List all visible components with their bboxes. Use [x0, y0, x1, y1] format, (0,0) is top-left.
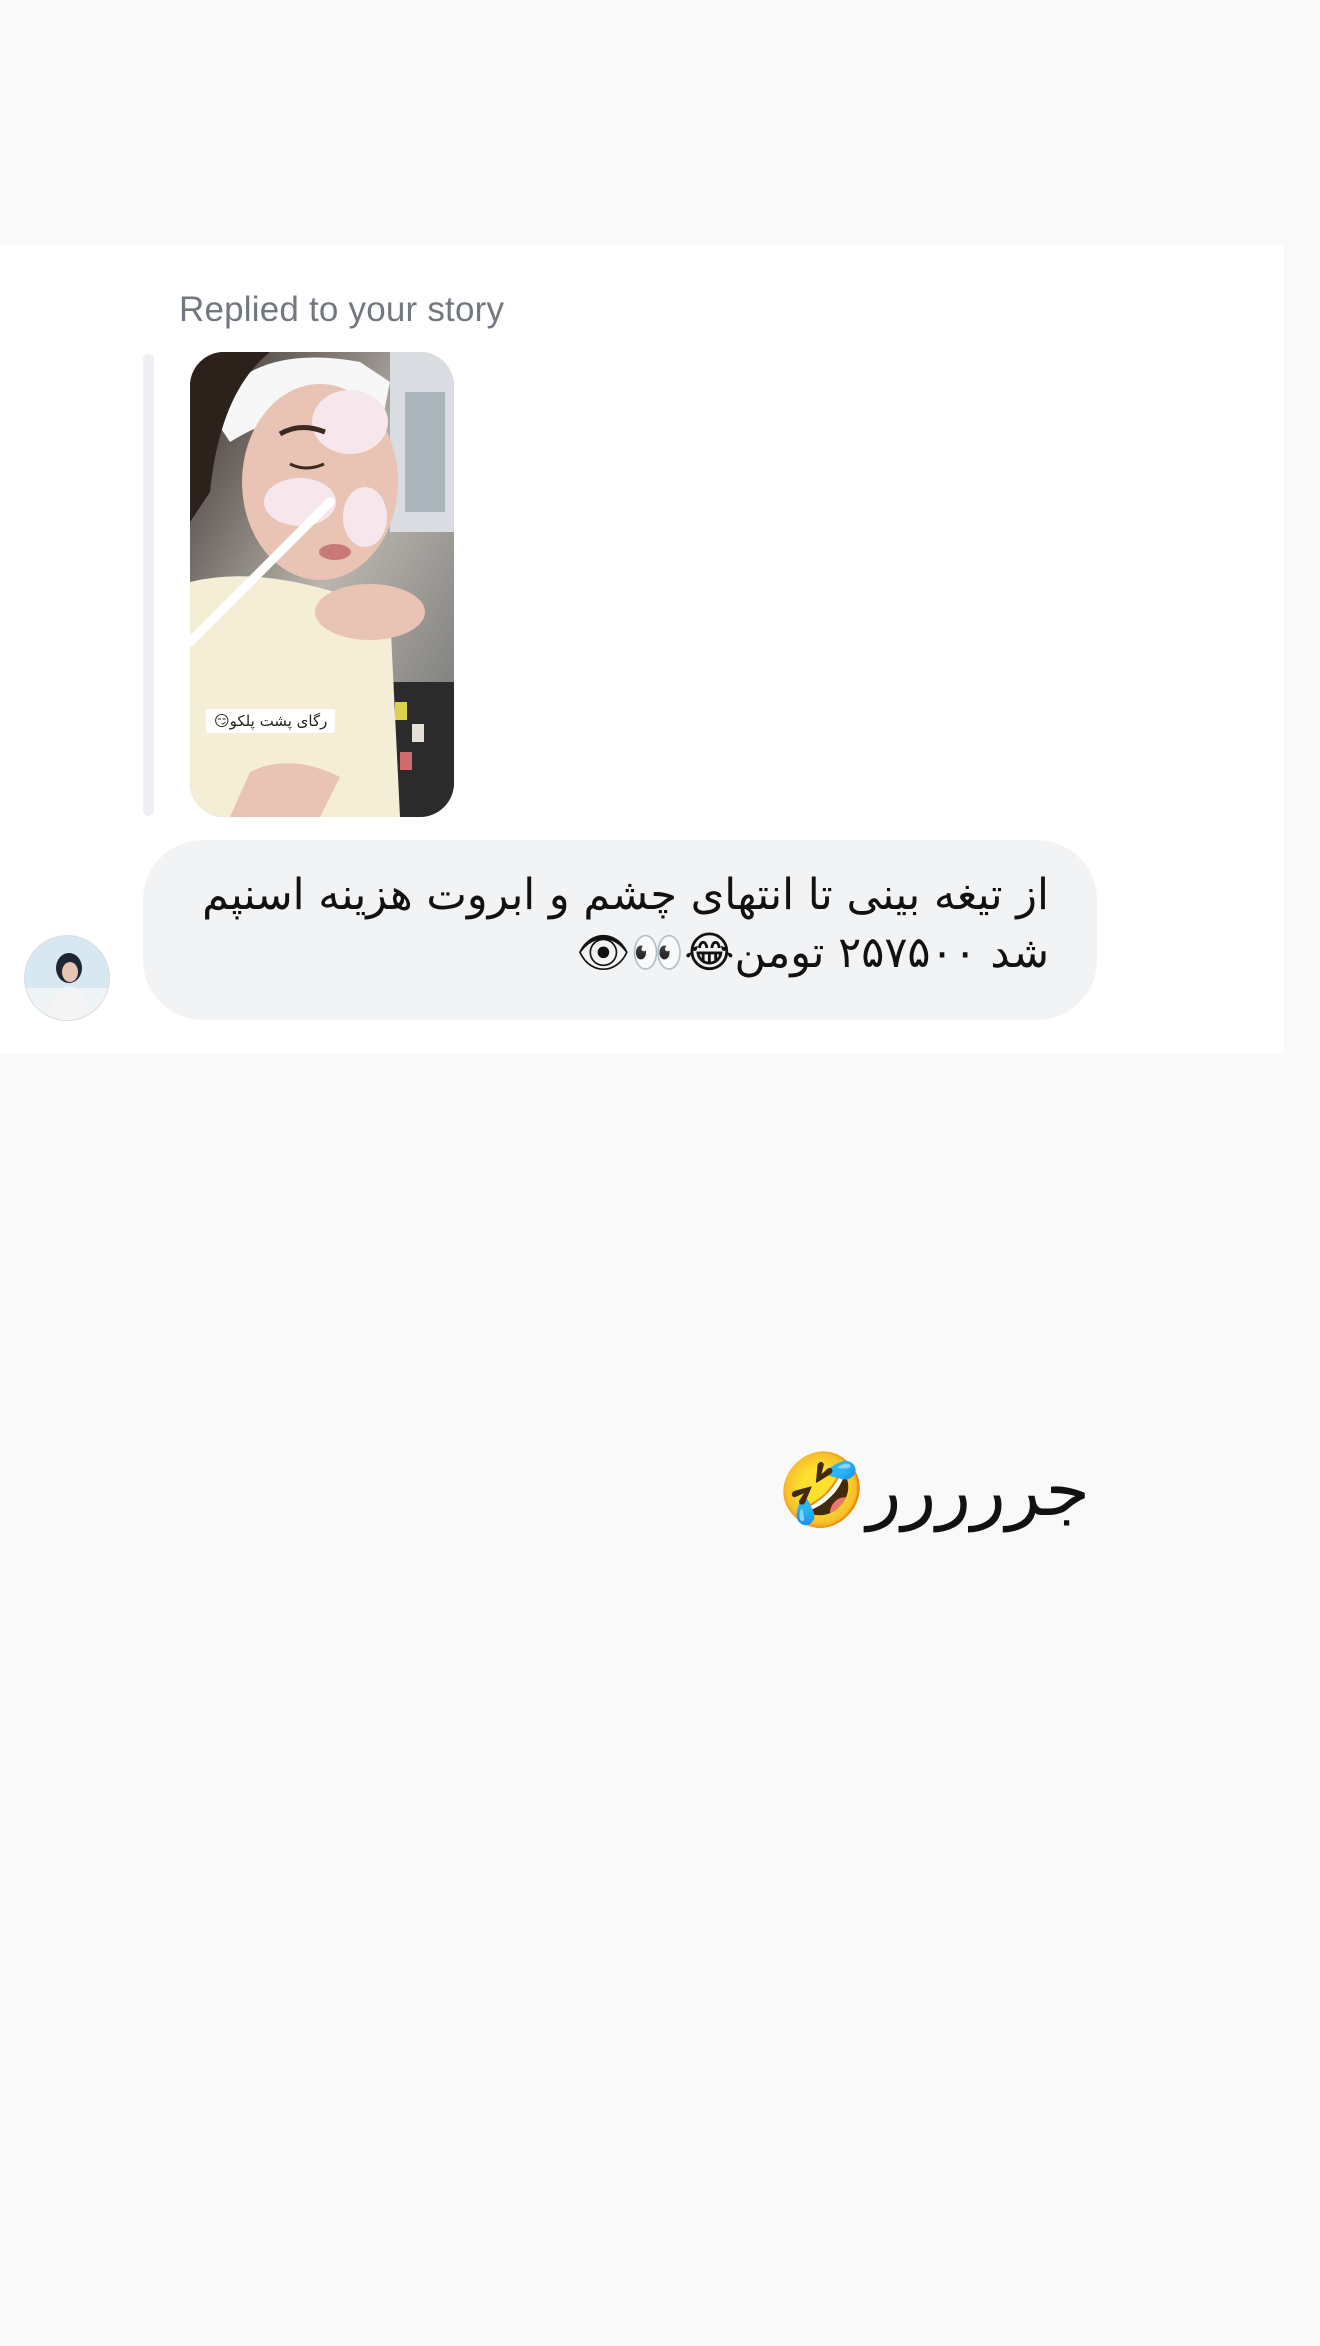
- story-caption: رگای پشت پلکو😏: [206, 709, 336, 733]
- reply-quote-bar: [143, 354, 154, 816]
- received-message-text: از تیغه بینی تا انتهای چشم و ابروت هزینه…: [202, 870, 1049, 978]
- chat-screen: Replied to your story رگای پشت پلکو😏 از …: [0, 0, 1320, 2346]
- sender-avatar[interactable]: [24, 935, 110, 1021]
- avatar-image: [25, 936, 109, 1020]
- story-thumbnail[interactable]: رگای پشت پلکو😏: [190, 352, 454, 817]
- story-image: [190, 352, 454, 817]
- received-message-bubble[interactable]: از تیغه بینی تا انتهای چشم و ابروت هزینه…: [143, 840, 1097, 1020]
- sent-message-text[interactable]: جررررر🤣: [777, 1440, 1090, 1540]
- story-reply-label: Replied to your story: [179, 290, 505, 329]
